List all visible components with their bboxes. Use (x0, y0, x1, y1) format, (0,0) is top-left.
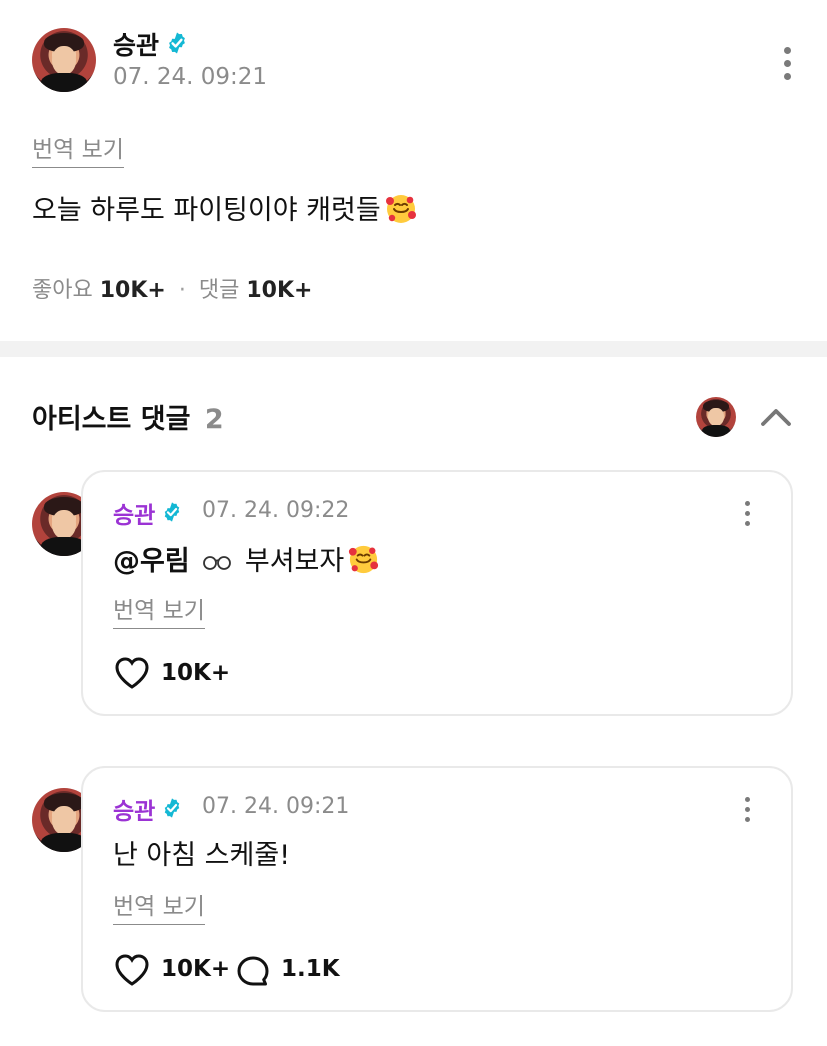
chevron-up-icon[interactable] (760, 405, 792, 429)
more-options-icon[interactable] (784, 47, 791, 80)
post-stats: 좋아요 10K+ · 댓글 10K+ (32, 272, 312, 304)
comments-count[interactable]: 10K+ (246, 278, 312, 303)
comment-reply-count[interactable]: 1.1K (281, 956, 340, 982)
comment-more-options-icon[interactable] (745, 501, 750, 526)
artist-comments-title: 아티스트 댓글 (32, 404, 191, 435)
comment-text: 부셔보자 (244, 546, 345, 577)
comment-translate-link[interactable]: 번역 보기 (113, 887, 205, 925)
smiling-face-with-hearts-icon (349, 545, 379, 574)
comment-timestamp: 07. 24. 09:22 (202, 498, 350, 523)
artist-comments-header: 아티스트 댓글 2 (32, 397, 224, 436)
heart-icon[interactable] (113, 953, 151, 987)
comment-translate-link[interactable]: 번역 보기 (113, 591, 205, 629)
comment-like-count[interactable]: 10K+ (161, 956, 230, 982)
comment-author-name[interactable]: 승관 (113, 792, 155, 826)
comment-body: @우림 부셔보자 (113, 544, 381, 580)
likes-count[interactable]: 10K+ (100, 278, 166, 303)
section-divider (0, 341, 827, 357)
comment-bubble-icon[interactable] (236, 955, 270, 989)
comment-more-options-icon[interactable] (745, 797, 750, 822)
smiling-face-with-hearts-icon (385, 194, 416, 223)
comment-card: 승관 07. 24. 09:22 @우림 부셔보자 번역 보기 10K+ (81, 470, 793, 716)
stats-separator: · (178, 278, 186, 303)
post-body: 오늘 하루도 파이팅이야 캐럿들 (32, 192, 419, 230)
translate-link[interactable]: 번역 보기 (32, 130, 124, 168)
comment-author-name[interactable]: 승관 (113, 496, 155, 530)
artist-avatar-small[interactable] (696, 397, 736, 437)
verified-badge-icon (164, 502, 180, 522)
verified-badge-icon (164, 798, 180, 818)
post-text: 오늘 하루도 파이팅이야 캐럿들 (32, 195, 381, 226)
post-timestamp: 07. 24. 09:21 (113, 64, 268, 90)
comment-mention[interactable]: @우림 (113, 546, 190, 577)
likes-label: 좋아요 (32, 278, 93, 303)
artist-comments-count: 2 (204, 404, 224, 435)
comment-timestamp: 07. 24. 09:21 (202, 794, 350, 819)
glasses-icon (203, 555, 232, 570)
comment-like-count[interactable]: 10K+ (161, 660, 230, 686)
author-avatar[interactable] (32, 28, 96, 92)
verified-badge-icon (169, 32, 185, 54)
post-author-name[interactable]: 승관 (113, 26, 159, 62)
comment-card: 승관 07. 24. 09:21 난 아침 스케줄! 번역 보기 10K+ 1.… (81, 766, 793, 1012)
comments-label: 댓글 (198, 278, 240, 303)
comment-text: 난 아침 스케줄! (113, 840, 291, 871)
heart-icon[interactable] (113, 656, 151, 690)
